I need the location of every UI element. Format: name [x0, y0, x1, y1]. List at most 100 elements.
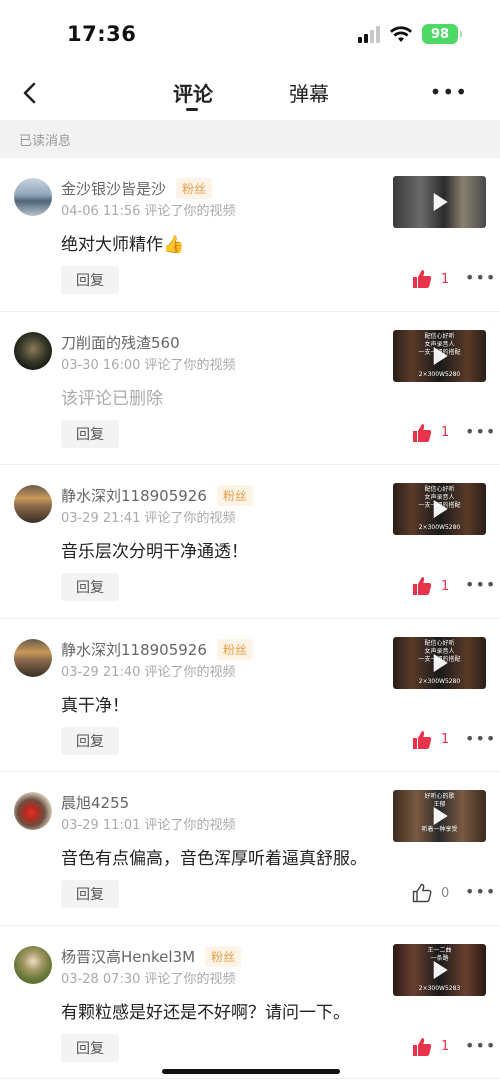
wifi-icon	[390, 26, 412, 42]
comment-action: 评论了你的视频	[144, 971, 236, 987]
more-options-icon[interactable]: •••	[430, 82, 468, 102]
username[interactable]: 杨晋汉高Henkel3M	[61, 946, 195, 967]
thumbs-up-icon	[413, 577, 432, 595]
status-time: 17:36	[67, 22, 137, 46]
video-thumbnail[interactable]	[393, 176, 486, 228]
video-thumbnail[interactable]: 配信心好听 女声录音人 一支一把的搭配 2×300W5280	[393, 329, 486, 382]
like-count: 1	[441, 1039, 450, 1054]
play-icon	[433, 193, 448, 211]
tab-indicator	[186, 108, 198, 111]
thumbnail-caption: 听着一种享受	[421, 826, 458, 833]
comment-item: 金沙银沙皆是沙 粉丝 04-06 11:56 评论了你的视频 绝对大师精作👍 回…	[0, 158, 500, 312]
battery-icon: 98	[422, 24, 462, 44]
more-options-icon[interactable]: •••	[465, 1037, 496, 1054]
reply-button[interactable]: 回复	[61, 726, 119, 755]
like-button[interactable]: 1	[412, 730, 449, 750]
more-options-icon[interactable]: •••	[465, 884, 496, 900]
video-thumbnail[interactable]: 配信心好听 女声录音人 一支一把的搭配 2×300W5280	[393, 636, 486, 689]
comment-text: 绝对大师精作👍	[61, 235, 185, 255]
comment-text: 音乐层次分明干净通透！	[61, 542, 248, 562]
like-count: 0	[441, 885, 450, 901]
play-icon	[433, 653, 448, 672]
thumbs-up-icon	[413, 730, 432, 749]
comment-time: 03-30 16:00	[61, 357, 141, 373]
thumbs-up-outline-icon	[412, 883, 432, 903]
like-button[interactable]: 1	[412, 576, 449, 596]
play-icon	[433, 346, 448, 365]
play-icon	[433, 807, 448, 825]
comment-action: 评论了你的视频	[144, 204, 236, 219]
username[interactable]: 刀削面的残渣560	[61, 332, 180, 353]
avatar[interactable]	[14, 485, 52, 523]
video-thumbnail[interactable]: 好听心的歌 王郁 听着一种享受	[393, 790, 486, 842]
nav-bar: 评论 弹幕 •••	[0, 66, 500, 120]
like-count: 1	[441, 578, 450, 594]
tab-danmaku[interactable]: 弹幕	[289, 78, 329, 107]
fan-badge: 粉丝	[216, 485, 253, 506]
fan-badge: 粉丝	[176, 178, 213, 199]
comment-text-deleted: 该评论已删除	[61, 388, 163, 409]
comment-time: 04-06 11:56	[61, 204, 141, 219]
comment-action: 评论了你的视频	[144, 511, 236, 526]
comment-action: 评论了你的视频	[144, 357, 236, 373]
thumbnail-caption: 配信心好听	[424, 639, 455, 647]
comment-item: 静水深刘118905926 粉丝 03-29 21:41 评论了你的视频 音乐层…	[0, 465, 500, 619]
comment-text: 真干净！	[61, 695, 129, 716]
username[interactable]: 静水深刘118905926	[61, 639, 207, 660]
like-button[interactable]: 1	[412, 269, 449, 289]
play-icon	[433, 960, 448, 979]
home-indicator[interactable]	[162, 1069, 340, 1074]
like-count: 1	[441, 425, 450, 440]
like-count: 1	[441, 732, 450, 747]
comment-action: 评论了你的视频	[144, 664, 236, 680]
back-button[interactable]	[14, 78, 44, 108]
comment-meta: 03-28 07:30 评论了你的视频	[61, 968, 236, 987]
thumbnail-caption: 2×300W5280	[418, 370, 461, 378]
username[interactable]: 晨旭4255	[61, 792, 129, 813]
section-header: 已读消息	[0, 120, 500, 158]
comment-time: 03-28 07:30	[61, 971, 141, 987]
thumbs-up-icon	[413, 423, 432, 442]
section-title: 已读消息	[19, 134, 72, 149]
comment-time: 03-29 21:40	[61, 664, 141, 680]
thumbnail-caption: 王一二曲	[427, 946, 452, 954]
thumbnail-caption: 2×300W5283	[418, 984, 461, 992]
like-button[interactable]: 0	[412, 883, 449, 903]
username[interactable]: 金沙银沙皆是沙	[61, 178, 166, 199]
reply-button[interactable]: 回复	[61, 1033, 119, 1062]
more-options-icon[interactable]: •••	[465, 730, 496, 747]
reply-button[interactable]: 回复	[61, 266, 119, 294]
reply-button[interactable]: 回复	[61, 419, 119, 448]
thumbnail-caption: 配信心好听	[424, 486, 455, 493]
avatar[interactable]	[14, 638, 52, 677]
avatar[interactable]	[14, 792, 52, 830]
thumbnail-caption: 好听心的歌	[424, 793, 455, 800]
comment-meta: 03-30 16:00 评论了你的视频	[61, 354, 236, 373]
thumbnail-caption: 2×300W5280	[418, 524, 461, 531]
like-button[interactable]: 1	[412, 423, 449, 443]
more-options-icon[interactable]: •••	[465, 423, 496, 440]
thumbs-up-icon	[413, 270, 432, 288]
chevron-left-icon	[23, 82, 36, 104]
comment-item: 杨晋汉高Henkel3M 粉丝 03-28 07:30 评论了你的视频 有颗粒感…	[0, 926, 500, 1079]
tab-comments[interactable]: 评论	[173, 78, 213, 107]
more-options-icon[interactable]: •••	[465, 270, 496, 286]
video-thumbnail[interactable]: 王一二曲 一条路 2×300W5283	[393, 943, 486, 996]
comment-action: 评论了你的视频	[144, 818, 236, 833]
comment-list: 金沙银沙皆是沙 粉丝 04-06 11:56 评论了你的视频 绝对大师精作👍 回…	[0, 158, 500, 1079]
comment-item: 静水深刘118905926 粉丝 03-29 21:40 评论了你的视频 真干净…	[0, 619, 500, 772]
video-thumbnail[interactable]: 配信心好听 女声录音人 一支一把的搭配 2×300W5280	[393, 483, 486, 535]
username[interactable]: 静水深刘118905926	[61, 485, 207, 506]
avatar[interactable]	[14, 945, 52, 984]
fan-badge: 粉丝	[205, 945, 242, 967]
fan-badge: 粉丝	[216, 638, 253, 660]
avatar[interactable]	[14, 178, 52, 216]
more-options-icon[interactable]: •••	[465, 577, 496, 593]
status-bar: 17:36 98	[0, 0, 500, 66]
like-button[interactable]: 1	[412, 1037, 449, 1057]
reply-button[interactable]: 回复	[61, 880, 119, 908]
reply-button[interactable]: 回复	[61, 573, 119, 601]
avatar[interactable]	[14, 331, 52, 370]
comment-text: 有颗粒感是好还是不好啊？请问一下。	[61, 1002, 350, 1023]
play-icon	[433, 500, 448, 518]
